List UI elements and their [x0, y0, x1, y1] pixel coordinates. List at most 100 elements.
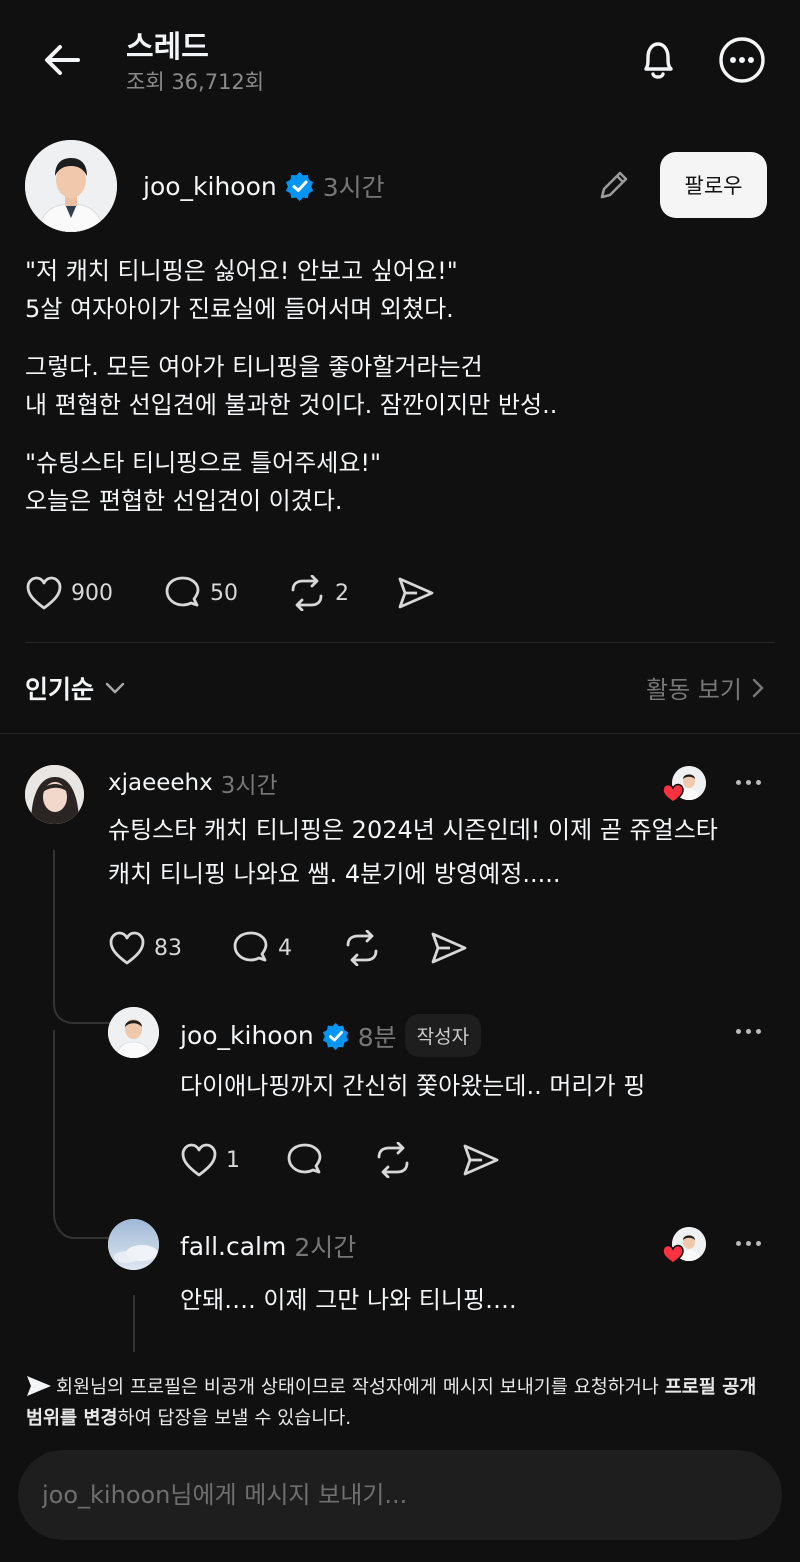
post-line: 오늘은 편협한 선입견이 이겼다. — [25, 487, 343, 515]
heart-filled-icon — [662, 783, 684, 803]
profile-photo-icon — [25, 765, 84, 824]
pencil-icon — [600, 171, 628, 199]
thread-connector — [53, 990, 110, 1024]
notice-text: 하여 답장을 보낼 수 있습니다. — [117, 1408, 352, 1429]
reply-panel: 회원님의 프로필은 비공개 상태이므로 작성자에게 메시지 보내기를 요청하거나… — [0, 1352, 800, 1562]
author-badge: 작성자 — [404, 1014, 482, 1057]
sky-photo-icon — [108, 1219, 159, 1270]
post-line: 그렇다. 모든 여아가 티니핑을 좋아할거라는건 — [25, 353, 483, 381]
privacy-notice: 회원님의 프로필은 비공개 상태이므로 작성자에게 메시지 보내기를 요청하거나… — [26, 1372, 766, 1434]
arrow-left-icon — [45, 45, 80, 75]
repost-icon — [377, 1142, 409, 1178]
like-count: 1 — [226, 1147, 240, 1173]
view-count: 조회 36,712회 — [126, 70, 265, 94]
share-button[interactable] — [462, 1142, 500, 1178]
notification-button[interactable] — [634, 36, 682, 84]
like-count: 83 — [154, 935, 182, 961]
follow-button[interactable]: 팔로우 — [660, 152, 767, 218]
verified-badge-icon — [322, 1022, 349, 1050]
comment-line: 다이애나핑까지 간신히 쫓아왔는데.. 머리가 핑 — [180, 1072, 646, 1100]
more-options-button[interactable] — [718, 36, 766, 84]
share-button[interactable] — [430, 930, 468, 966]
send-icon — [431, 932, 467, 964]
comment-line: 캐치 티니핑 나와요 쌤. 4분기에 방영예정..... — [108, 860, 561, 888]
share-button[interactable] — [397, 575, 435, 611]
heart-filled-icon — [662, 1244, 684, 1264]
avatar[interactable] — [25, 140, 117, 232]
avatar[interactable] — [108, 1007, 159, 1058]
chevron-down-icon — [105, 682, 125, 694]
like-button[interactable]: 1 — [180, 1142, 240, 1178]
comment-icon — [233, 931, 268, 962]
author-liked-indicator — [662, 1226, 708, 1266]
divider — [0, 733, 800, 734]
comment-username[interactable]: xjaeeehx — [108, 770, 213, 796]
post-line: 5살 여자아이가 진료실에 들어서며 외쳤다. — [25, 295, 454, 323]
post-body: "저 캐치 티니핑은 싫어요! 안보고 싶어요!" 5살 여자아이가 진료실에 … — [25, 252, 775, 520]
thread-line — [53, 1030, 55, 1210]
repost-button[interactable] — [373, 1142, 413, 1178]
sort-label: 인기순 — [25, 675, 95, 704]
send-filled-icon — [27, 1376, 51, 1396]
comment-time: 2시간 — [294, 1233, 357, 1262]
comment-body: 안돼…. 이제 그만 나와 티니핑…. — [180, 1278, 517, 1322]
repost-icon — [291, 575, 323, 611]
comment-line: 안돼…. 이제 그만 나와 티니핑…. — [180, 1286, 517, 1314]
profile-photo-icon — [25, 140, 117, 232]
more-circle-icon — [719, 37, 765, 83]
post-line: "저 캐치 티니핑은 싫어요! 안보고 싶어요!" — [25, 257, 458, 285]
comment-icon — [287, 1143, 322, 1174]
post-line: "슈팅스타 티니핑으로 틀어주세요!" — [25, 449, 382, 477]
sort-dropdown[interactable]: 인기순 — [25, 670, 126, 706]
comment-line: 슈팅스타 캐치 티니핑은 2024년 시즌인데! 이제 곧 쥬얼스타 — [108, 816, 718, 844]
like-count: 900 — [71, 580, 113, 606]
back-button[interactable] — [40, 38, 84, 82]
thread-line — [133, 1295, 135, 1355]
send-icon — [463, 1144, 499, 1176]
post-time: 3시간 — [322, 173, 385, 202]
comment-time: 3시간 — [220, 773, 278, 799]
notice-text: 회원님의 프로필은 비공개 상태이므로 작성자에게 메시지 보내기를 요청하거나 — [56, 1377, 665, 1398]
comment-more-button[interactable] — [736, 1029, 761, 1034]
thread-line — [53, 850, 55, 1000]
repost-button[interactable]: 2 — [287, 575, 349, 611]
comment-username[interactable]: joo_kihoon — [180, 1021, 314, 1050]
reply-button[interactable]: 4 — [232, 930, 292, 966]
comment-more-button[interactable] — [736, 780, 761, 785]
reply-count: 4 — [278, 935, 292, 961]
comment-count: 50 — [210, 580, 238, 606]
heart-icon — [181, 1143, 217, 1177]
message-input[interactable] — [18, 1450, 782, 1540]
like-button[interactable]: 83 — [108, 930, 182, 966]
avatar[interactable] — [108, 1219, 159, 1270]
reply-button[interactable] — [286, 1142, 324, 1178]
repost-count: 2 — [335, 580, 349, 606]
comment-username[interactable]: fall.calm — [180, 1232, 286, 1261]
bell-icon — [644, 42, 673, 79]
thread-connector — [53, 1200, 110, 1239]
avatar[interactable] — [25, 765, 84, 824]
send-icon — [398, 577, 434, 609]
profile-photo-icon — [108, 1007, 159, 1058]
comment-body: 슈팅스타 캐치 티니핑은 2024년 시즌인데! 이제 곧 쥬얼스타 캐치 티니… — [108, 808, 718, 896]
comment-icon — [165, 576, 200, 607]
comment-body: 다이애나핑까지 간신히 쫓아왔는데.. 머리가 핑 — [180, 1064, 645, 1108]
page-title: 스레드 — [126, 30, 209, 65]
heart-icon — [109, 931, 145, 965]
post-line: 내 편협한 선입견에 불과한 것이다. 잠깐이지만 반성.. — [25, 391, 558, 419]
activity-label: 활동 보기 — [646, 676, 742, 704]
edit-button[interactable] — [596, 167, 632, 203]
header: 스레드 조회 36,712회 — [0, 0, 800, 120]
post-username[interactable]: joo_kihoon — [143, 172, 277, 201]
comment-time: 8분 — [357, 1022, 397, 1052]
verified-badge-icon — [285, 171, 313, 201]
heart-icon — [26, 576, 62, 610]
chevron-right-icon — [752, 678, 764, 697]
comment-more-button[interactable] — [736, 1241, 761, 1246]
like-button[interactable]: 900 — [25, 575, 113, 611]
activity-link[interactable]: 활동 보기 — [646, 670, 764, 705]
author-liked-indicator — [662, 765, 708, 805]
comment-button[interactable]: 50 — [164, 575, 238, 611]
repost-button[interactable] — [342, 930, 382, 966]
repost-icon — [346, 930, 378, 966]
